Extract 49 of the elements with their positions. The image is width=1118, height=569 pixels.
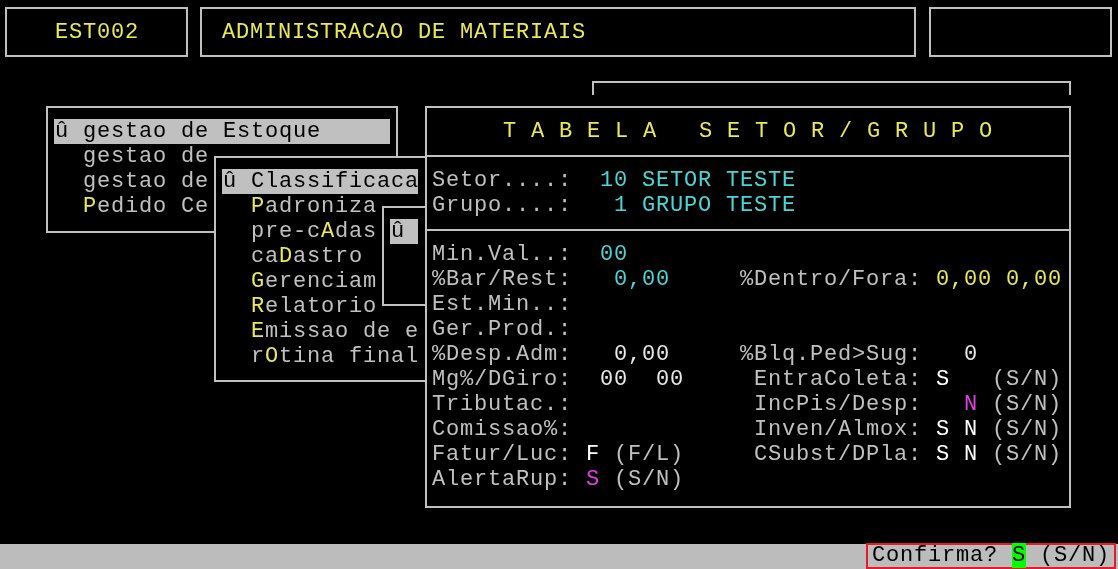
field-value: N	[964, 442, 979, 467]
field-label: Setor....:	[432, 168, 572, 193]
field-label: %Dentro/Fora:	[740, 267, 923, 292]
field-value: 0,00	[1006, 267, 1063, 292]
field-value: SETOR TESTE	[642, 168, 797, 193]
field-value: GRUPO TESTE	[642, 193, 797, 218]
field-value: 0,00	[614, 342, 670, 367]
field-value: S	[936, 417, 951, 442]
field-value: N	[964, 392, 979, 417]
field-value: 00	[600, 242, 628, 267]
field-label: IncPis/Desp:	[754, 392, 923, 417]
field-value: F	[586, 442, 600, 467]
program-code: EST002	[55, 19, 139, 45]
prompt-label: Confirma?	[871, 543, 998, 568]
field-label: Fatur/Luc:	[432, 442, 572, 467]
field-value: 10	[600, 168, 628, 193]
options-hint: (S/N)	[992, 367, 1063, 392]
field-label: %Desp.Adm:	[432, 342, 572, 367]
field-label: Min.Val..:	[432, 242, 572, 267]
options-hint: (S/N)	[992, 392, 1063, 417]
field-value: 0	[964, 342, 979, 367]
field-label: EntraColeta:	[754, 367, 923, 392]
options-hint: (S/N)	[1040, 543, 1110, 568]
field-label: Mg%/DGiro:	[432, 367, 572, 392]
field-value: 1	[613, 193, 628, 218]
field-label: Est.Min..:	[432, 292, 572, 317]
options-hint: (S/N)	[992, 417, 1063, 442]
field-label: %Bar/Rest:	[432, 267, 572, 292]
field-value: 0,00	[614, 267, 670, 292]
field-label: %Blq.Ped>Sug:	[740, 342, 923, 367]
system-title: ADMINISTRACAO DE MATERIAIS	[222, 19, 587, 45]
field-label: Comissao%:	[432, 417, 572, 442]
field-value: 00	[600, 367, 628, 392]
field-value: N	[964, 417, 979, 442]
options-hint: (S/N)	[614, 467, 685, 492]
field-value: S	[936, 367, 951, 392]
field-label: Ger.Prod.:	[432, 317, 572, 342]
field-value: 00	[656, 367, 685, 392]
field-value: S	[586, 467, 600, 492]
options-hint: (F/L)	[614, 442, 685, 467]
field-label: Grupo....:	[432, 193, 572, 218]
field-label: Inven/Almox:	[754, 417, 923, 442]
field-value: 0,00	[936, 267, 993, 292]
panel-title: T A B E L A S E T O R / G R U P O	[502, 119, 994, 144]
field-label: CSubst/DPla:	[754, 442, 923, 467]
field-value: S	[936, 442, 951, 467]
field-label: AlertaRup:	[432, 467, 572, 492]
field-label: Tributac.:	[432, 392, 572, 417]
options-hint: (S/N)	[992, 442, 1063, 467]
